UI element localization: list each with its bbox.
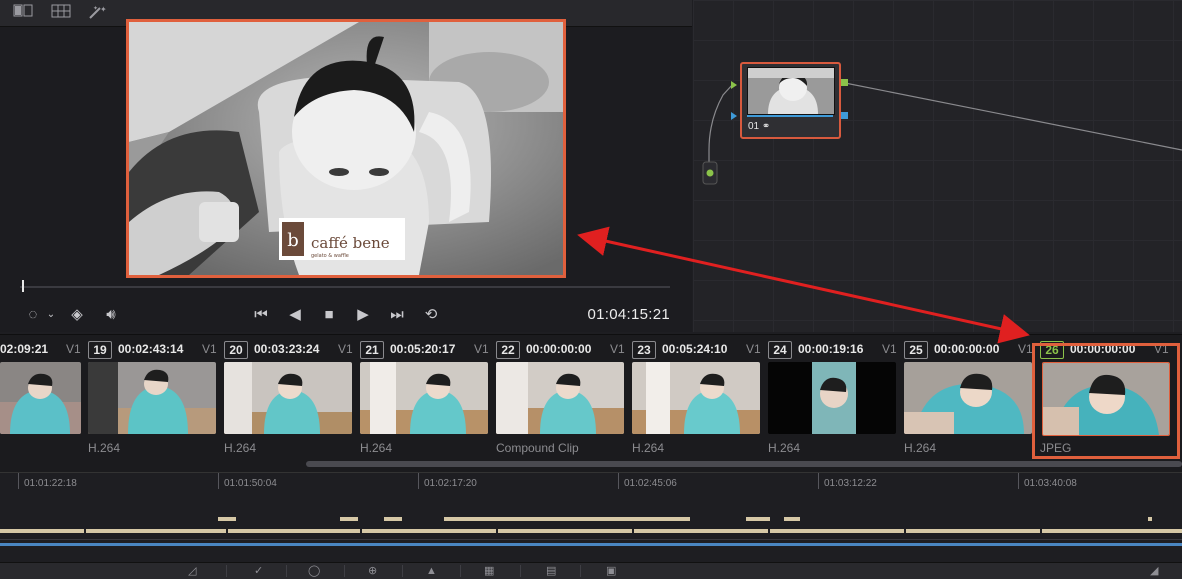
annotation-arrow xyxy=(577,226,1030,344)
